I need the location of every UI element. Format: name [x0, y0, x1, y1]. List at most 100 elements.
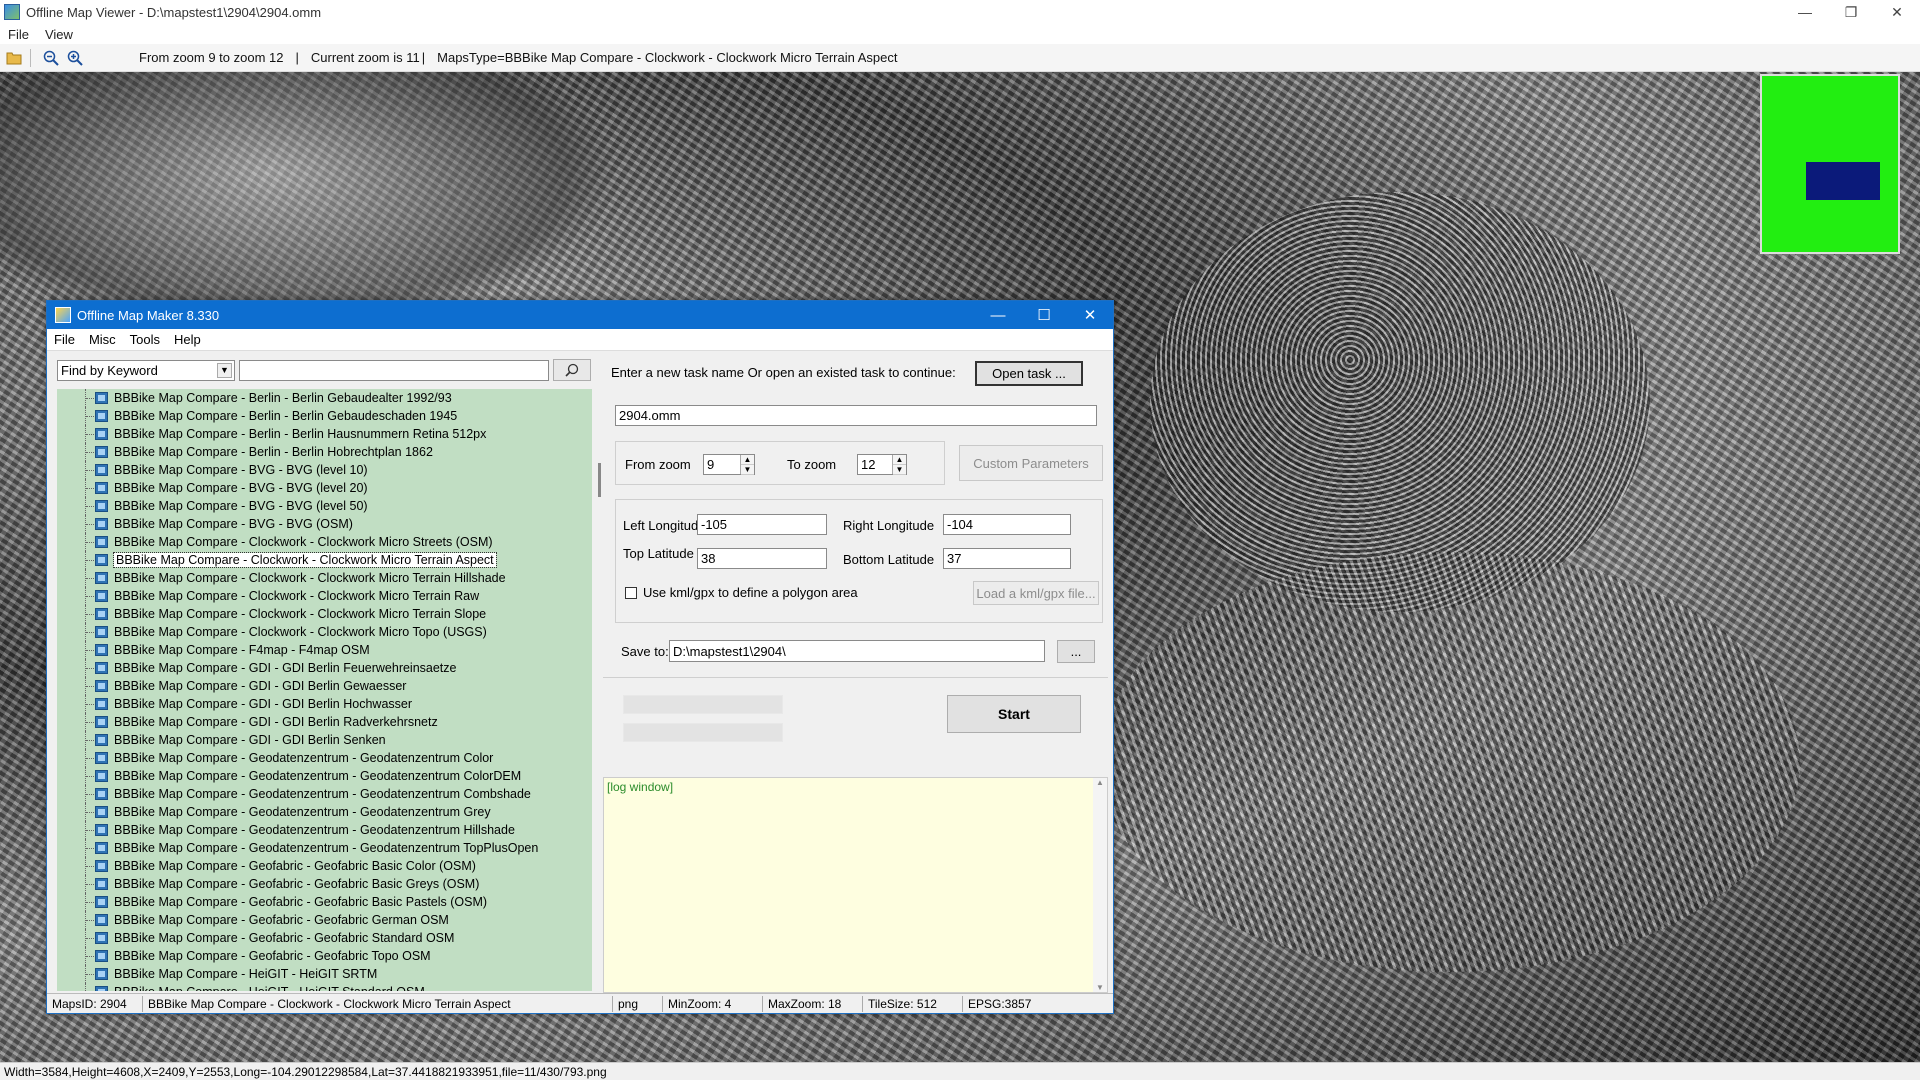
zoom-in-icon[interactable] [65, 48, 85, 68]
load-kml-button[interactable]: Load a kml/gpx file... [973, 581, 1099, 605]
tree-item[interactable]: BBBike Map Compare - Berlin - Berlin Hau… [57, 425, 592, 443]
chevron-down-icon[interactable]: ▼ [893, 465, 906, 475]
tree-scroll-thumb[interactable] [598, 463, 601, 497]
map-layer-icon [95, 428, 108, 440]
tree-item-label: BBBike Map Compare - HeiGIT - HeiGIT Sta… [114, 985, 425, 991]
to-zoom-spin[interactable]: ▲ ▼ [892, 455, 906, 475]
dialog-menu-help[interactable]: Help [167, 332, 208, 347]
tree-item-label: BBBike Map Compare - Geofabric - Geofabr… [114, 949, 431, 963]
tree-item[interactable]: BBBike Map Compare - Berlin - Berlin Hob… [57, 443, 592, 461]
tree-item-label: BBBike Map Compare - Geodatenzentrum - G… [114, 823, 515, 837]
to-zoom-stepper[interactable]: 12 ▲ ▼ [857, 454, 907, 475]
tree-item[interactable]: BBBike Map Compare - Clockwork - Clockwo… [57, 605, 592, 623]
open-task-button[interactable]: Open task ... [975, 361, 1083, 386]
tree-item[interactable]: BBBike Map Compare - GDI - GDI Berlin Fe… [57, 659, 592, 677]
map-layer-icon [95, 446, 108, 458]
tree-item[interactable]: BBBike Map Compare - Clockwork - Clockwo… [57, 551, 592, 569]
find-mode-select[interactable]: Find by Keyword ▼ [57, 359, 235, 381]
tree-item[interactable]: BBBike Map Compare - Geodatenzentrum - G… [57, 785, 592, 803]
dialog-minimize-button[interactable]: — [975, 301, 1021, 329]
tree-item[interactable]: BBBike Map Compare - BVG - BVG (level 50… [57, 497, 592, 515]
chevron-down-icon[interactable]: ▼ [217, 362, 232, 378]
progress-bar-2 [623, 723, 783, 742]
right-longitude-input[interactable]: -104 [943, 514, 1071, 535]
zoom-out-icon[interactable] [41, 48, 61, 68]
custom-parameters-button[interactable]: Custom Parameters [959, 445, 1103, 481]
tree-item[interactable]: BBBike Map Compare - Geofabric - Geofabr… [57, 857, 592, 875]
task-prompt-label: Enter a new task name Or open an existed… [611, 365, 956, 380]
map-layer-icon [95, 896, 108, 908]
current-zoom-text: Current zoom is 11 [310, 50, 420, 65]
tree-item[interactable]: BBBike Map Compare - GDI - GDI Berlin Ge… [57, 677, 592, 695]
task-name-input[interactable]: 2904.omm [615, 405, 1097, 426]
chevron-down-icon[interactable]: ▼ [1096, 983, 1104, 992]
dialog-maximize-button[interactable]: ☐ [1021, 301, 1067, 329]
tree-item[interactable]: BBBike Map Compare - GDI - GDI Berlin Ho… [57, 695, 592, 713]
tree-item-label: BBBike Map Compare - Geofabric - Geofabr… [114, 859, 476, 873]
chevron-down-icon[interactable]: ▼ [741, 465, 754, 475]
map-maker-icon [55, 307, 71, 323]
tree-item[interactable]: BBBike Map Compare - Clockwork - Clockwo… [57, 569, 592, 587]
browse-folder-button[interactable]: ... [1057, 640, 1095, 663]
tree-connector [85, 587, 96, 605]
dialog-close-button[interactable]: ✕ [1067, 301, 1113, 329]
tree-item[interactable]: BBBike Map Compare - Clockwork - Clockwo… [57, 623, 592, 641]
tree-item[interactable]: BBBike Map Compare - Geodatenzentrum - G… [57, 839, 592, 857]
chevron-up-icon[interactable]: ▲ [893, 455, 906, 465]
dialog-menu-misc[interactable]: Misc [82, 332, 123, 347]
tree-item[interactable]: BBBike Map Compare - Clockwork - Clockwo… [57, 533, 592, 551]
bottom-latitude-input[interactable]: 37 [943, 548, 1071, 569]
top-latitude-input[interactable]: 38 [697, 548, 827, 569]
chevron-up-icon[interactable]: ▲ [741, 455, 754, 465]
tree-item[interactable]: BBBike Map Compare - Geofabric - Geofabr… [57, 947, 592, 965]
chevron-up-icon[interactable]: ▲ [1096, 778, 1104, 787]
tree-item[interactable]: BBBike Map Compare - HeiGIT - HeiGIT Sta… [57, 983, 592, 991]
menu-view[interactable]: View [37, 27, 81, 42]
tree-item[interactable]: BBBike Map Compare - Geodatenzentrum - G… [57, 821, 592, 839]
log-window[interactable]: [log window] ▲ ▼ [603, 777, 1108, 993]
from-zoom-stepper[interactable]: 9 ▲ ▼ [703, 454, 755, 475]
keyword-search-input[interactable] [239, 359, 549, 381]
minimize-button[interactable]: — [1782, 0, 1828, 24]
tree-item[interactable]: BBBike Map Compare - BVG - BVG (level 20… [57, 479, 592, 497]
open-folder-icon[interactable] [4, 48, 24, 68]
dialog-titlebar[interactable]: Offline Map Maker 8.330 — ☐ ✕ [47, 301, 1113, 329]
tree-item[interactable]: BBBike Map Compare - Geodatenzentrum - G… [57, 803, 592, 821]
from-zoom-spin[interactable]: ▲ ▼ [740, 455, 754, 475]
tree-item[interactable]: BBBike Map Compare - Geofabric - Geofabr… [57, 911, 592, 929]
tree-item[interactable]: BBBike Map Compare - Berlin - Berlin Geb… [57, 407, 592, 425]
dialog-menu-file[interactable]: File [47, 332, 82, 347]
dialog-menu-tools[interactable]: Tools [123, 332, 167, 347]
minimap-viewport[interactable] [1806, 162, 1880, 200]
tree-item[interactable]: BBBike Map Compare - BVG - BVG (level 10… [57, 461, 592, 479]
use-kml-checkbox[interactable] [625, 587, 637, 599]
tree-item[interactable]: BBBike Map Compare - Geodatenzentrum - G… [57, 767, 592, 785]
map-layer-icon [95, 662, 108, 674]
save-path-input[interactable]: D:\mapstest1\2904\ [669, 640, 1045, 662]
map-source-tree[interactable]: BBBike Map Compare - Berlin - Berlin Geb… [57, 389, 592, 991]
start-button[interactable]: Start [947, 695, 1081, 733]
tree-item[interactable]: BBBike Map Compare - Geodatenzentrum - G… [57, 749, 592, 767]
tree-connector [85, 929, 96, 947]
tree-item-label: BBBike Map Compare - GDI - GDI Berlin Fe… [114, 661, 457, 675]
tree-item[interactable]: BBBike Map Compare - BVG - BVG (OSM) [57, 515, 592, 533]
restore-button[interactable]: ❐ [1828, 0, 1874, 24]
tree-item[interactable]: BBBike Map Compare - Geofabric - Geofabr… [57, 893, 592, 911]
tree-item[interactable]: BBBike Map Compare - Berlin - Berlin Geb… [57, 389, 592, 407]
search-button[interactable] [553, 359, 591, 381]
dialog-window-controls: — ☐ ✕ [975, 301, 1113, 329]
tree-item[interactable]: BBBike Map Compare - Geofabric - Geofabr… [57, 929, 592, 947]
overview-minimap[interactable] [1760, 74, 1900, 254]
tree-item[interactable]: BBBike Map Compare - Geofabric - Geofabr… [57, 875, 592, 893]
log-scrollbar[interactable]: ▲ ▼ [1093, 778, 1107, 992]
tree-item-label: BBBike Map Compare - Geofabric - Geofabr… [114, 913, 449, 927]
tree-item[interactable]: BBBike Map Compare - HeiGIT - HeiGIT SRT… [57, 965, 592, 983]
toolbar-separator [30, 48, 31, 67]
left-longitude-input[interactable]: -105 [697, 514, 827, 535]
tree-item[interactable]: BBBike Map Compare - GDI - GDI Berlin Ra… [57, 713, 592, 731]
tree-item[interactable]: BBBike Map Compare - Clockwork - Clockwo… [57, 587, 592, 605]
tree-item[interactable]: BBBike Map Compare - F4map - F4map OSM [57, 641, 592, 659]
tree-item[interactable]: BBBike Map Compare - GDI - GDI Berlin Se… [57, 731, 592, 749]
close-button[interactable]: ✕ [1874, 0, 1920, 24]
menu-file[interactable]: File [0, 27, 37, 42]
